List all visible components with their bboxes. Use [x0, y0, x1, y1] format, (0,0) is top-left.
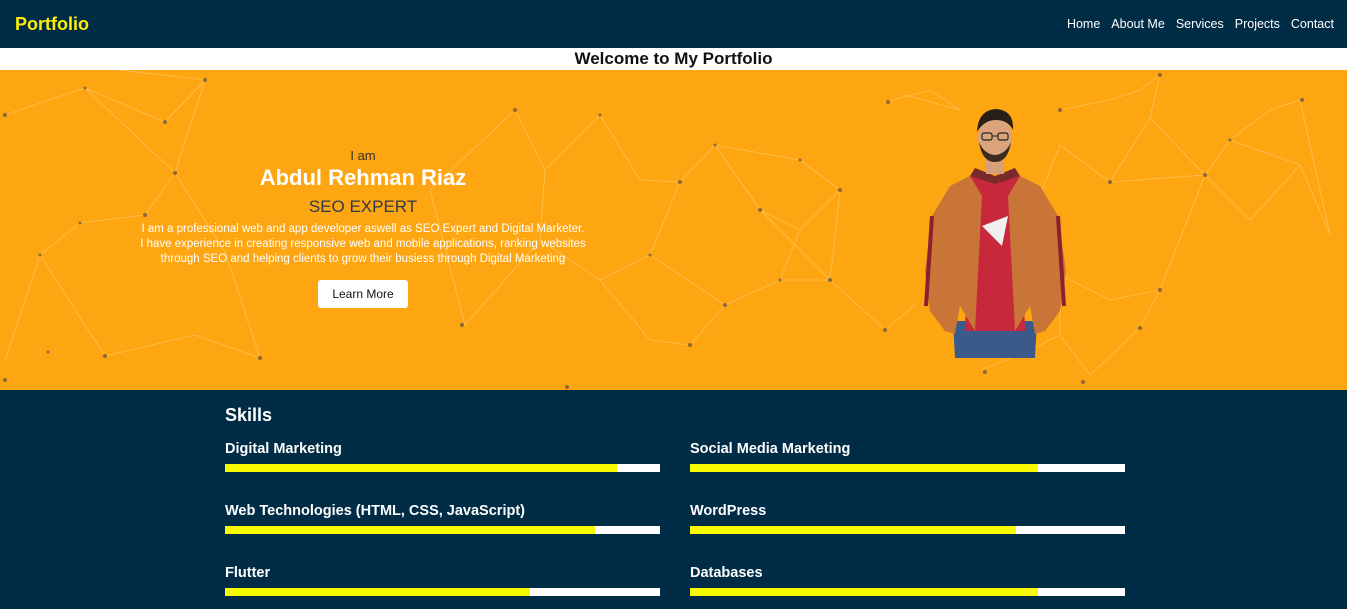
- skill-bar-fill: [690, 464, 1038, 472]
- skill-bar-fill: [690, 526, 1017, 534]
- skill-bar: [690, 588, 1125, 596]
- skill-bar-fill: [225, 588, 530, 596]
- hero-intro: I am Abdul Rehman Riaz SEO EXPERT I am a…: [128, 148, 598, 308]
- nav-link-contact[interactable]: Contact: [1291, 17, 1334, 31]
- skill-bar-fill: [690, 588, 1038, 596]
- hero-description: I am a professional web and app develope…: [128, 222, 598, 267]
- skill-label: Databases: [690, 565, 763, 581]
- description-line: I am a professional web and app develope…: [141, 223, 585, 235]
- skill-bar: [690, 526, 1125, 534]
- skill-label: Digital Marketing: [225, 441, 342, 457]
- skill-bar: [225, 526, 660, 534]
- skill-label: Flutter: [225, 565, 271, 581]
- learn-more-button[interactable]: Learn More: [318, 280, 408, 308]
- nav-link-home[interactable]: Home: [1067, 17, 1100, 31]
- hero-role: SEO EXPERT: [308, 197, 418, 216]
- nav-link-services[interactable]: Services: [1176, 17, 1224, 31]
- brand-logo[interactable]: Portfolio: [15, 14, 89, 35]
- skill-bar-fill: [225, 526, 595, 534]
- skill-item: Social Media Marketing: [690, 441, 1125, 472]
- intro-prefix: I am: [350, 148, 376, 163]
- skill-item: Web Technologies (HTML, CSS, JavaScript): [225, 503, 660, 534]
- skills-heading: Skills: [225, 405, 273, 425]
- description-line: I have experience in creating responsive…: [140, 238, 586, 250]
- nav-menu: Home About Me Services Projects Contact: [1067, 17, 1334, 31]
- skill-label: Social Media Marketing: [690, 441, 851, 457]
- hero-name: Abdul Rehman Riaz: [259, 165, 467, 190]
- description-line: through SEO and helping clients to grow …: [160, 253, 566, 265]
- skills-section: Skills Digital Marketing Social Media Ma…: [0, 390, 1347, 609]
- hero-section: I am Abdul Rehman Riaz SEO EXPERT I am a…: [0, 70, 1347, 390]
- skill-bar-fill: [225, 464, 617, 472]
- welcome-heading: Welcome to My Portfolio: [0, 48, 1347, 70]
- skill-item: WordPress: [690, 503, 1125, 534]
- nav-link-projects[interactable]: Projects: [1235, 17, 1280, 31]
- top-navbar: Portfolio Home About Me Services Project…: [0, 0, 1347, 48]
- skill-item: Databases: [690, 565, 1125, 596]
- skill-item: Flutter: [225, 565, 660, 596]
- nav-link-about[interactable]: About Me: [1111, 17, 1165, 31]
- skill-bar: [690, 464, 1125, 472]
- skill-label: WordPress: [690, 503, 767, 519]
- profile-photo: [924, 109, 1066, 358]
- skill-item: Digital Marketing: [225, 441, 660, 472]
- skill-bar: [225, 588, 660, 596]
- skill-label: Web Technologies (HTML, CSS, JavaScript): [225, 503, 525, 519]
- skill-bar: [225, 464, 660, 472]
